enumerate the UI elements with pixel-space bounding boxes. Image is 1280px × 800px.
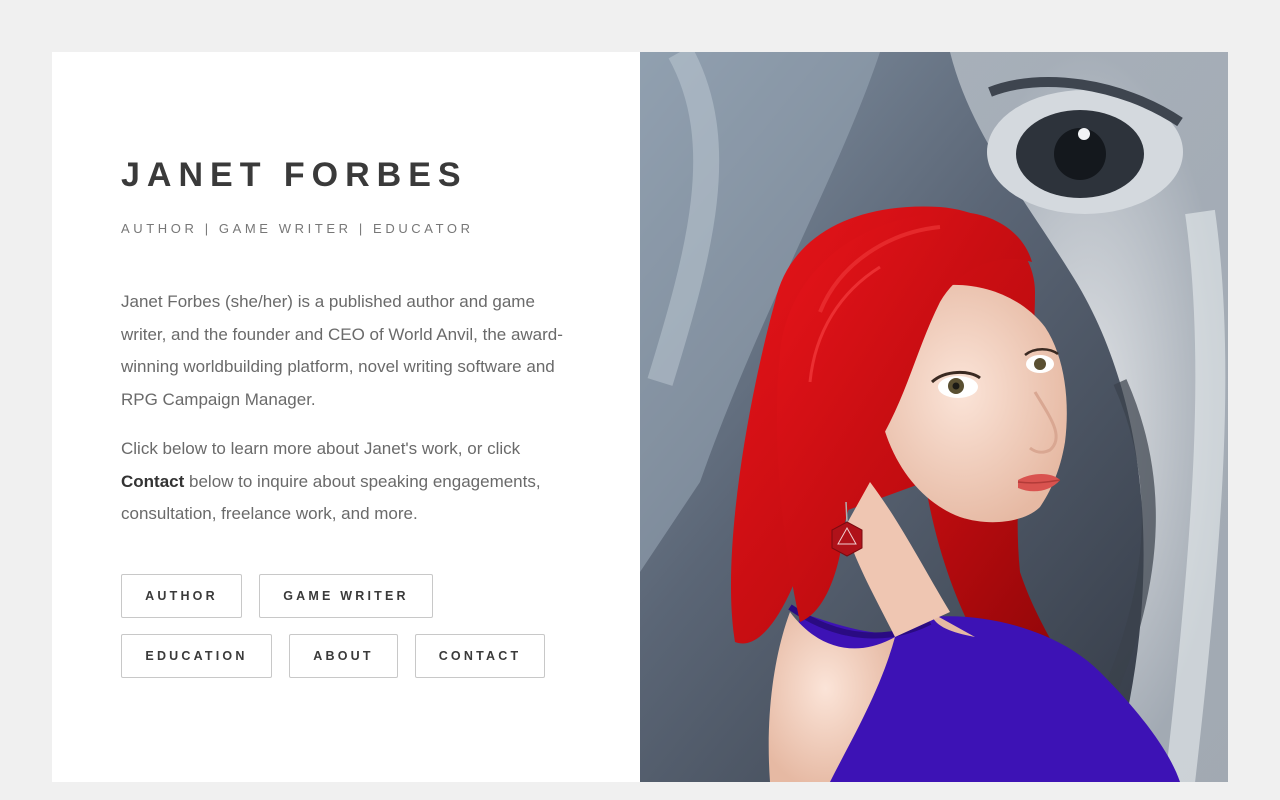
bio-paragraph-2: Click below to learn more about Janet's …: [121, 433, 581, 531]
portrait-photo: [640, 52, 1228, 782]
bio-paragraph-1: Janet Forbes (she/her) is a published au…: [121, 292, 563, 409]
about-button[interactable]: ABOUT: [289, 634, 398, 678]
page-title: JANET FORBES: [121, 156, 468, 194]
bio-text-after: below to inquire about speaking engageme…: [121, 471, 541, 524]
hero-card: JANET FORBES AUTHOR | GAME WRITER | EDUC…: [52, 52, 1228, 782]
intro-panel: JANET FORBES AUTHOR | GAME WRITER | EDUC…: [52, 52, 640, 782]
tagline: AUTHOR | GAME WRITER | EDUCATOR: [121, 221, 474, 236]
author-button[interactable]: AUTHOR: [121, 574, 242, 618]
game-writer-button[interactable]: GAME WRITER: [259, 574, 433, 618]
bio-contact-emphasis: Contact: [121, 471, 185, 491]
portrait-illustration: [640, 52, 1228, 782]
bio-text-before: Click below to learn more about Janet's …: [121, 439, 521, 458]
bio: Janet Forbes (she/her) is a published au…: [121, 286, 581, 548]
contact-button[interactable]: CONTACT: [415, 634, 545, 678]
education-button[interactable]: EDUCATION: [121, 634, 272, 678]
